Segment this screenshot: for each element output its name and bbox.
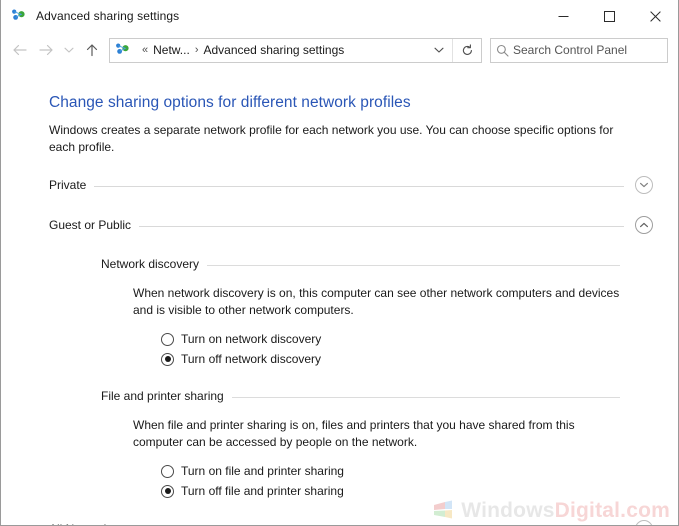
- radio-label: Turn on network discovery: [181, 332, 322, 346]
- address-bar[interactable]: « Netw... › Advanced sharing settings: [109, 37, 482, 63]
- search-icon: [491, 44, 513, 57]
- advanced-sharing-settings-window: Advanced sharing settings « Netw... › Ad…: [0, 0, 679, 526]
- up-button[interactable]: [79, 37, 105, 63]
- minimize-button[interactable]: [540, 0, 586, 32]
- subsection-network-discovery: Network discovery: [101, 255, 620, 273]
- chevron-down-icon[interactable]: [634, 519, 654, 525]
- chevron-down-icon[interactable]: [634, 175, 654, 195]
- content-area: Change sharing options for different net…: [1, 94, 678, 525]
- radio-label: Turn on file and printer sharing: [181, 464, 344, 478]
- section-private-rule: [94, 185, 624, 187]
- section-guest-or-public-label: Guest or Public: [49, 218, 132, 232]
- breadcrumb-separator[interactable]: ›: [190, 44, 204, 56]
- subsection-network-discovery-label: Network discovery: [101, 257, 200, 271]
- search-box[interactable]: [490, 37, 668, 63]
- section-all-networks[interactable]: All Networks: [49, 518, 654, 525]
- radio-mark: [161, 464, 174, 478]
- section-guest-or-public[interactable]: Guest or Public: [49, 214, 654, 236]
- subsection-network-discovery-rule: [207, 264, 620, 266]
- radio-mark: [161, 352, 174, 366]
- radio-label: Turn off file and printer sharing: [181, 484, 344, 498]
- page-title: Change sharing options for different net…: [49, 94, 411, 111]
- refresh-button[interactable]: [452, 38, 481, 62]
- breadcrumb-network-icon: [115, 42, 131, 58]
- page-description: Windows creates a separate network profi…: [49, 123, 614, 154]
- breadcrumb-item-network[interactable]: Netw...: [153, 43, 190, 57]
- radio-mark: [161, 332, 174, 346]
- section-private-label: Private: [49, 178, 87, 192]
- subsection-file-and-printer-sharing-label: File and printer sharing: [101, 389, 224, 403]
- chevron-up-icon[interactable]: [634, 215, 654, 235]
- file-and-printer-sharing-radio-group: Turn on file and printer sharing Turn of…: [161, 462, 620, 500]
- radio-turn-on-network-discovery[interactable]: Turn on network discovery: [161, 330, 620, 348]
- section-private[interactable]: Private: [49, 174, 654, 196]
- breadcrumb-overflow[interactable]: «: [137, 44, 153, 56]
- maximize-button[interactable]: [586, 0, 632, 32]
- address-dropdown-button[interactable]: [426, 39, 452, 62]
- forward-button[interactable]: [33, 37, 59, 63]
- navigation-bar: « Netw... › Advanced sharing settings: [1, 32, 678, 68]
- section-all-networks-label: All Networks: [49, 522, 116, 525]
- subsection-file-and-printer-sharing-description: When file and printer sharing is on, fil…: [133, 418, 575, 449]
- subsection-file-and-printer-sharing: File and printer sharing: [101, 387, 620, 405]
- recent-locations-button[interactable]: [59, 37, 79, 63]
- close-button[interactable]: [632, 0, 678, 32]
- title-bar: Advanced sharing settings: [1, 0, 678, 32]
- search-input[interactable]: [513, 43, 667, 57]
- radio-mark: [161, 484, 174, 498]
- network-discovery-radio-group: Turn on network discovery Turn off netwo…: [161, 330, 620, 368]
- section-guest-or-public-rule: [139, 225, 624, 227]
- radio-turn-on-file-and-printer-sharing[interactable]: Turn on file and printer sharing: [161, 462, 620, 480]
- subsection-file-and-printer-sharing-rule: [231, 396, 620, 398]
- network-sharing-icon: [11, 8, 27, 24]
- radio-turn-off-file-and-printer-sharing[interactable]: Turn off file and printer sharing: [161, 482, 620, 500]
- subsection-network-discovery-description: When network discovery is on, this compu…: [133, 286, 620, 317]
- radio-label: Turn off network discovery: [181, 352, 322, 366]
- radio-turn-off-network-discovery[interactable]: Turn off network discovery: [161, 350, 620, 368]
- guest-or-public-body: Network discovery When network discovery…: [101, 255, 620, 500]
- window-title: Advanced sharing settings: [36, 9, 180, 23]
- back-button[interactable]: [7, 37, 33, 63]
- window-controls: [540, 0, 678, 32]
- breadcrumb-item-advanced-sharing-settings[interactable]: Advanced sharing settings: [203, 43, 344, 57]
